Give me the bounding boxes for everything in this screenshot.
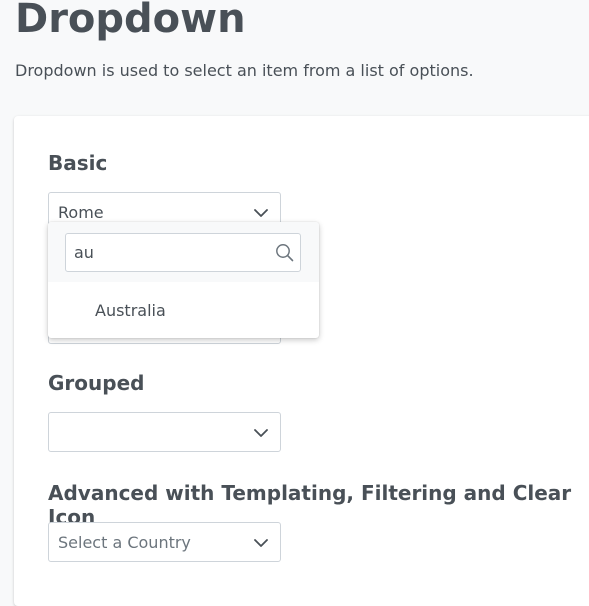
chevron-down-icon	[254, 209, 268, 217]
dropdown-filter-input[interactable]	[65, 233, 301, 272]
dropdown-option-label: Australia	[95, 301, 166, 320]
page-description: Dropdown is used to select an item from …	[15, 61, 474, 80]
basic-dropdown-value: Rome	[58, 203, 104, 222]
page-title: Dropdown	[15, 0, 246, 42]
country-dropdown-placeholder: Select a Country	[58, 533, 191, 552]
section-heading-grouped: Grouped	[48, 371, 145, 395]
section-heading-basic: Basic	[48, 151, 108, 175]
chevron-down-icon	[254, 539, 268, 547]
dropdown-filter-header	[48, 222, 319, 282]
dropdown-option[interactable]: Australia	[48, 294, 319, 328]
country-dropdown[interactable]: Select a Country	[48, 522, 281, 562]
grouped-dropdown[interactable]	[48, 412, 281, 452]
chevron-down-icon	[254, 429, 268, 437]
search-icon	[276, 244, 294, 262]
dropdown-overlay-panel: Australia	[48, 222, 319, 338]
